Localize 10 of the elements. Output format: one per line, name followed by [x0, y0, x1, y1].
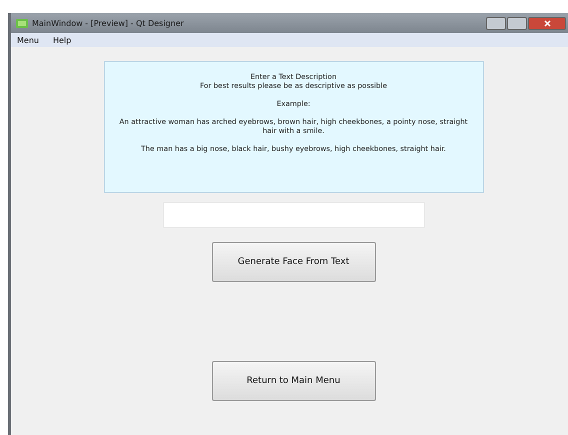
generate-button[interactable]: Generate Face From Text: [212, 242, 376, 282]
maximize-button[interactable]: [507, 16, 527, 30]
menu-item[interactable]: Help: [52, 36, 72, 44]
window-title: MainWindow - [Preview] - Qt Designer: [32, 18, 184, 28]
minimize-button[interactable]: [486, 16, 506, 30]
return-button[interactable]: Return to Main Menu: [212, 361, 376, 401]
app-icon: [16, 18, 28, 28]
menu-item[interactable]: Menu: [17, 36, 39, 44]
close-icon: [544, 20, 550, 26]
close-button[interactable]: [528, 16, 566, 30]
